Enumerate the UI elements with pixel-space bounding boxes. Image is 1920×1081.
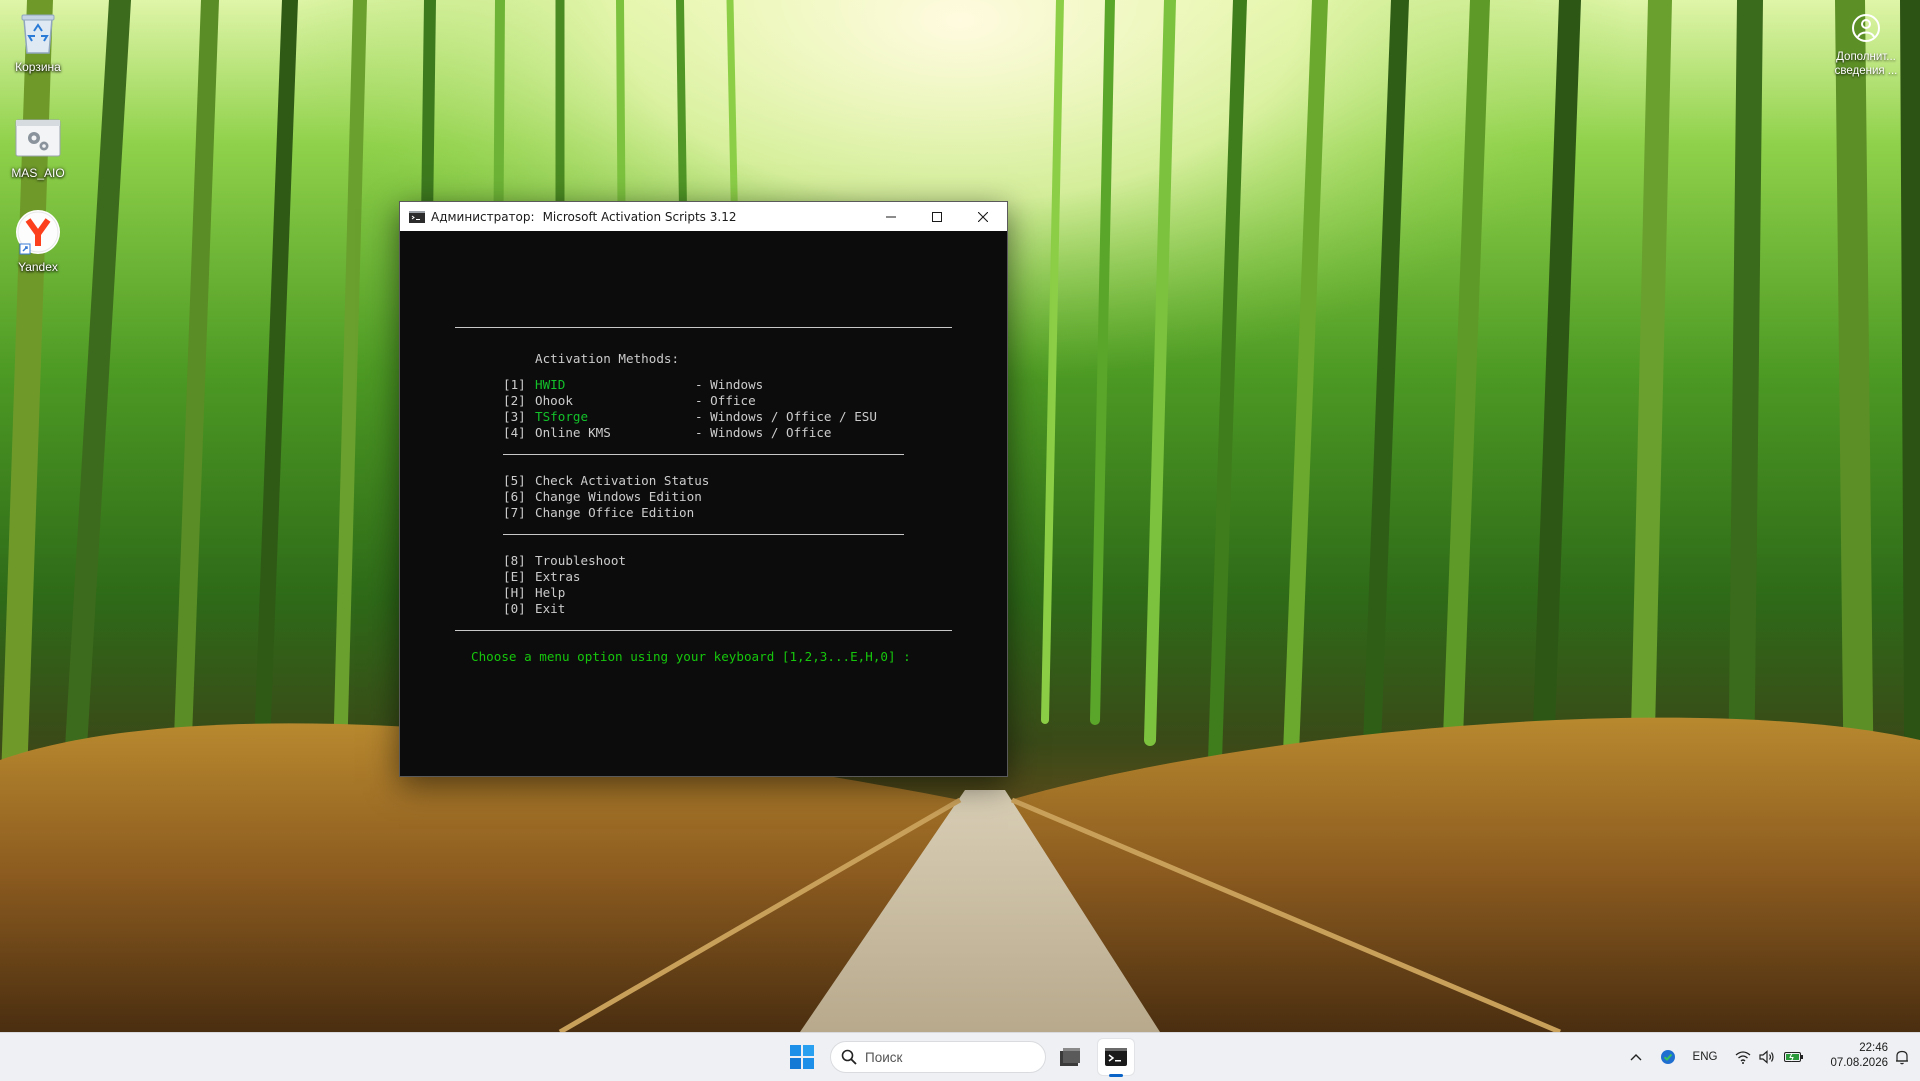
- separator-line: [455, 630, 952, 631]
- taskbar-search-box[interactable]: Поиск: [830, 1041, 1046, 1073]
- console-app-icon: [409, 210, 425, 223]
- desktop-icon-label: Yandex: [18, 260, 58, 274]
- window-title-prefix: Администратор:: [431, 209, 535, 224]
- close-button[interactable]: [960, 202, 1006, 231]
- menu-key: [8]: [503, 553, 526, 568]
- console-output[interactable]: Activation Methods: [1] HWID - Windows […: [400, 231, 1007, 776]
- file-explorer-icon: [1060, 1048, 1080, 1066]
- menu-option-check-activation: Check Activation Status: [535, 473, 710, 488]
- menu-key: [7]: [503, 505, 526, 520]
- taskbar: Поиск ENG 22:46 07.08.2026: [0, 1032, 1920, 1081]
- volume-icon: [1759, 1050, 1774, 1064]
- maximize-icon: [932, 211, 942, 222]
- batch-file-icon: [12, 112, 64, 164]
- menu-key: [H]: [503, 585, 526, 600]
- menu-key: [6]: [503, 489, 526, 504]
- wifi-icon: [1735, 1050, 1751, 1064]
- menu-option-target: - Windows: [695, 377, 764, 392]
- terminal-icon: [1105, 1048, 1127, 1066]
- maximize-button[interactable]: [914, 202, 960, 231]
- corner-info-widget[interactable]: Дополнит... сведения ...: [1826, 12, 1906, 78]
- menu-key: [3]: [503, 409, 526, 424]
- recycle-bin-icon: [12, 6, 64, 58]
- info-circle-icon: [1850, 12, 1882, 44]
- clock-time: 22:46: [1859, 1042, 1888, 1054]
- menu-option-exit: Exit: [535, 601, 566, 616]
- taskbar-clock[interactable]: 22:46 07.08.2026: [1812, 1041, 1888, 1071]
- menu-option-extras: Extras: [535, 569, 581, 584]
- menu-key: [1]: [503, 377, 526, 392]
- battery-icon: [1784, 1052, 1803, 1062]
- desktop-icon-label: MAS_AIO: [11, 166, 65, 180]
- windows-start-icon: [790, 1045, 814, 1069]
- menu-option-target: - Windows / Office / ESU: [695, 409, 877, 424]
- menu-option-hwid: HWID: [535, 377, 566, 392]
- menu-option-troubleshoot: Troubleshoot: [535, 553, 626, 568]
- menu-option-help: Help: [535, 585, 566, 600]
- menu-option-ohook: Ohook: [535, 393, 573, 408]
- notification-button[interactable]: [1888, 1033, 1916, 1081]
- menu-key: [E]: [503, 569, 526, 584]
- menu-option-online-kms: Online KMS: [535, 425, 611, 440]
- notification-icon: [1896, 1050, 1908, 1064]
- window-titlebar[interactable]: Администратор: Microsoft Activation Scri…: [400, 202, 1007, 231]
- menu-key: [2]: [503, 393, 526, 408]
- chevron-up-icon: [1630, 1054, 1642, 1061]
- desktop-icon-mas-aio[interactable]: MAS_AIO: [0, 112, 76, 180]
- corner-info-label-line2: сведения ...: [1834, 65, 1898, 77]
- menu-prompt: Choose a menu option using your keyboard…: [471, 649, 911, 664]
- window-title: Microsoft Activation Scripts 3.12: [542, 209, 737, 224]
- tray-wifi[interactable]: [1730, 1033, 1756, 1081]
- separator-line: [455, 327, 952, 328]
- menu-option-target: - Office: [695, 393, 756, 408]
- tray-battery[interactable]: [1780, 1033, 1808, 1081]
- clock-date: 07.08.2026: [1830, 1057, 1888, 1069]
- separator-line: [503, 454, 904, 455]
- language-indicator[interactable]: ENG: [1688, 1033, 1722, 1081]
- security-shield-icon: [1661, 1050, 1675, 1064]
- menu-option-change-office-edition: Change Office Edition: [535, 505, 695, 520]
- menu-option-target: - Windows / Office: [695, 425, 832, 440]
- menu-key: [5]: [503, 473, 526, 488]
- menu-key: [0]: [503, 601, 526, 616]
- menu-key: [4]: [503, 425, 526, 440]
- separator-line: [503, 534, 904, 535]
- tray-overflow-button[interactable]: [1622, 1033, 1650, 1081]
- desktop-icon-yandex[interactable]: Yandex: [0, 206, 76, 274]
- desktop-icon-recycle-bin[interactable]: Корзина: [0, 6, 76, 74]
- console-window[interactable]: Администратор: Microsoft Activation Scri…: [399, 201, 1008, 777]
- tray-volume[interactable]: [1754, 1033, 1780, 1081]
- close-icon: [978, 211, 988, 222]
- taskbar-app-file-explorer[interactable]: [1052, 1039, 1088, 1075]
- taskbar-app-terminal[interactable]: [1098, 1039, 1134, 1077]
- tray-security[interactable]: [1654, 1033, 1682, 1081]
- search-placeholder: Поиск: [865, 1049, 903, 1065]
- menu-heading: Activation Methods:: [535, 351, 680, 366]
- corner-info-label-line1: Дополнит...: [1836, 51, 1896, 63]
- active-app-indicator: [1109, 1074, 1123, 1077]
- search-icon: [841, 1049, 857, 1065]
- minimize-icon: [886, 216, 896, 217]
- menu-option-change-windows-edition: Change Windows Edition: [535, 489, 702, 504]
- desktop-icon-label: Корзина: [15, 60, 61, 74]
- menu-option-tsforge: TSforge: [535, 409, 589, 424]
- minimize-button[interactable]: [868, 202, 914, 231]
- yandex-browser-icon: [12, 206, 64, 258]
- start-button[interactable]: [790, 1045, 814, 1069]
